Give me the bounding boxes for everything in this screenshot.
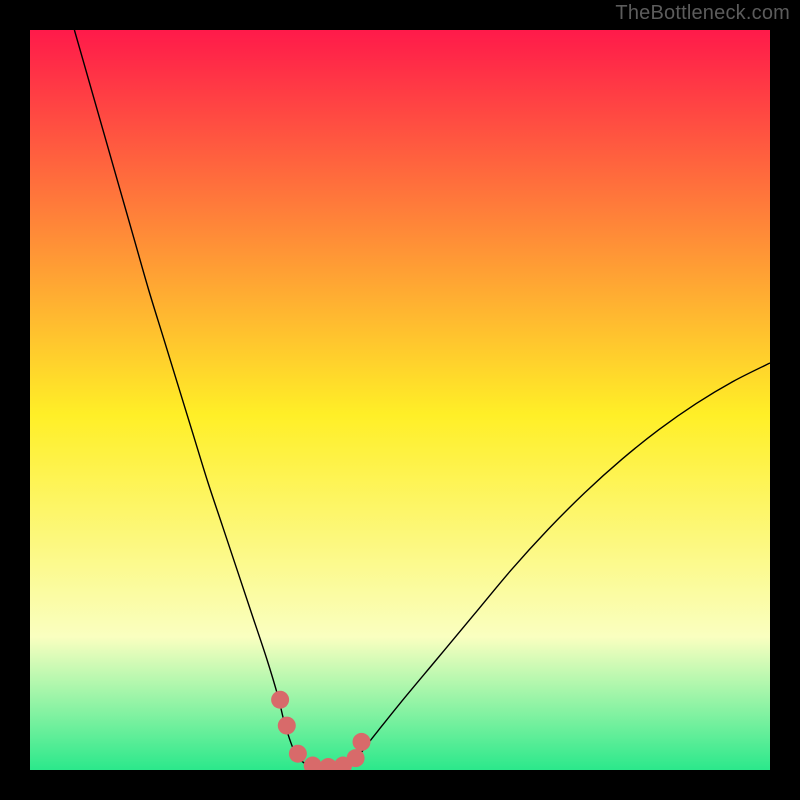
gradient-background xyxy=(30,30,770,770)
plot-area xyxy=(30,30,770,770)
recommended-marker xyxy=(289,745,307,763)
bottleneck-chart xyxy=(30,30,770,770)
recommended-marker xyxy=(353,733,371,751)
chart-frame: TheBottleneck.com xyxy=(0,0,800,800)
recommended-marker xyxy=(271,691,289,709)
recommended-marker xyxy=(347,749,365,767)
watermark-text: TheBottleneck.com xyxy=(615,2,790,25)
recommended-marker xyxy=(278,717,296,735)
